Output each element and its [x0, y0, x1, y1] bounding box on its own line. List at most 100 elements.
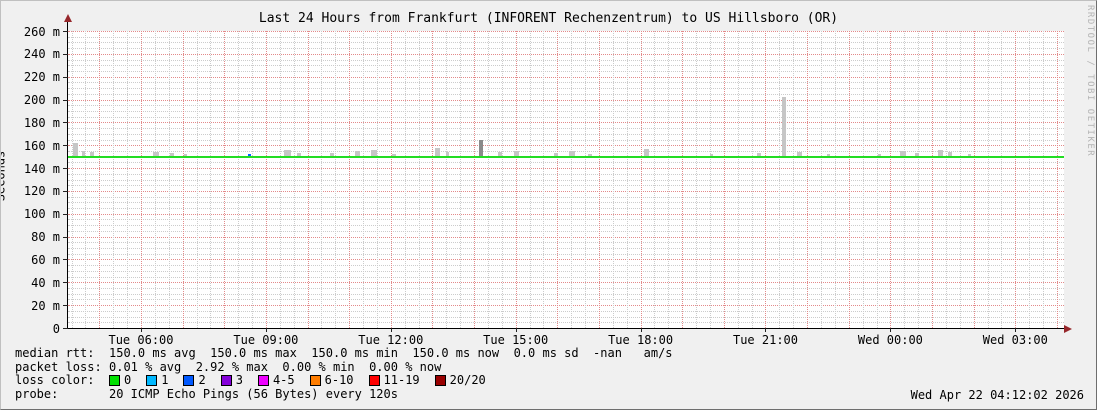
rrdtool-watermark: RRDTOOL / TOBI OETIKER: [1085, 5, 1095, 158]
gridline-v-minor: [418, 31, 420, 328]
gridline-h-minor: [68, 202, 1064, 204]
gridline-v-minor: [959, 31, 961, 328]
gridline-v-major: [973, 31, 975, 328]
gridline-v-major: [765, 31, 767, 328]
gridline-v-major: [141, 31, 142, 328]
x-axis-line: [67, 328, 1067, 329]
gridline-h-minor: [68, 299, 1064, 301]
gridline-v-minor: [529, 31, 531, 328]
gridline-v-minor: [238, 31, 240, 328]
loss-color-item: 3: [220, 373, 243, 388]
y-tick-label: 180 m: [23, 115, 60, 130]
gridline-h-minor: [68, 196, 1064, 198]
gridline-h-minor: [68, 179, 1064, 181]
x-tick-label: Tue 06:00: [108, 333, 174, 347]
loss-color-swatch: [434, 375, 446, 387]
gridline-v-minor: [404, 31, 406, 328]
y-tick-label: 140 m: [23, 161, 60, 176]
gridline-v-minor: [71, 31, 73, 328]
gridline-v-minor: [793, 31, 795, 328]
loss-color-item: 11-19: [368, 373, 420, 388]
x-tick-label: Tue 12:00: [358, 333, 424, 347]
gridline-h-minor: [68, 270, 1064, 272]
x-axis-arrow-icon: [1064, 324, 1072, 333]
x-tick-label: Tue 18:00: [608, 333, 674, 347]
gridline-h-minor: [68, 59, 1064, 61]
x-tick-mark: [890, 328, 892, 332]
x-tick-mark: [640, 328, 642, 332]
gridline-v-major: [723, 31, 725, 328]
median-rtt-values: 150.0 ms avg 150.0 ms max 150.0 ms min 1…: [109, 346, 673, 360]
gridline-v-minor: [571, 31, 573, 328]
gridline-h-minor: [68, 36, 1064, 38]
gridline-h-major: [68, 53, 1064, 55]
x-tick-label: Wed 00:00: [857, 333, 923, 347]
gridline-h-minor: [68, 208, 1064, 210]
generation-timestamp: Wed Apr 22 04:12:02 2026: [910, 387, 1084, 402]
probe-label: probe:: [15, 386, 59, 401]
gridline-h-major: [68, 31, 1064, 32]
gridline-h-minor: [68, 139, 1064, 141]
gridline-v-major: [557, 31, 559, 328]
gridline-h-minor: [68, 185, 1064, 187]
gridline-v-minor: [321, 31, 323, 328]
gridline-v-major: [1015, 31, 1017, 328]
x-tick-label: Wed 03:00: [982, 333, 1048, 347]
gridline-v-minor: [210, 31, 212, 328]
gridline-h-minor: [68, 276, 1064, 278]
y-tick-mark: [63, 145, 68, 147]
gridline-h-major: [68, 76, 1064, 78]
gridline-v-major: [515, 31, 517, 328]
x-tick-mark: [1015, 328, 1017, 332]
gridline-h-minor: [68, 48, 1064, 50]
gridline-v-major: [932, 31, 934, 328]
loss-color-value: 2: [198, 373, 206, 387]
gridline-v-minor: [363, 31, 365, 328]
y-tick-label: 220 m: [23, 70, 60, 85]
gridline-h-major: [68, 122, 1064, 124]
y-tick-label: 0: [52, 321, 60, 336]
gridline-v-minor: [737, 31, 739, 328]
smoke-spike: [73, 142, 79, 157]
gridline-v-minor: [196, 31, 198, 328]
gridline-v-major: [640, 31, 642, 328]
gridline-v-minor: [460, 31, 462, 328]
y-tick-label: 60 m: [31, 252, 60, 267]
x-tick-mark: [265, 328, 267, 332]
gridline-h-minor: [68, 316, 1064, 318]
gridline-v-major: [598, 31, 600, 328]
packet-loss-label: packet loss:: [15, 359, 102, 374]
graph-legend: median rtt: 150.0 ms avg 150.0 ms max 150…: [15, 346, 673, 402]
gridline-v-major: [99, 31, 101, 328]
loss-color-value: 20/20: [449, 373, 486, 387]
y-tick-mark: [63, 76, 68, 78]
gridline-h-minor: [68, 310, 1064, 312]
gridline-h-minor: [68, 293, 1064, 295]
gridline-v-major: [848, 31, 850, 328]
gridline-h-minor: [68, 128, 1064, 130]
gridline-v-minor: [751, 31, 753, 328]
y-tick-label: 80 m: [31, 230, 60, 245]
y-tick-mark: [63, 305, 68, 307]
median-rtt-row: median rtt: 150.0 ms avg 150.0 ms max 150…: [15, 346, 673, 361]
gridline-v-major: [1056, 31, 1058, 328]
y-tick-mark: [63, 99, 68, 101]
y-tick-mark: [63, 236, 68, 238]
loss-color-swatch: [368, 375, 380, 387]
gridline-v-minor: [252, 31, 254, 328]
gridline-v-minor: [154, 31, 156, 328]
gridline-v-minor: [168, 31, 170, 328]
gridline-v-minor: [293, 31, 295, 328]
gridline-h-minor: [68, 70, 1064, 72]
y-tick-label: 40 m: [31, 275, 60, 290]
gridline-v-minor: [487, 31, 489, 328]
y-tick-label: 200 m: [23, 93, 60, 108]
gridline-h-minor: [68, 42, 1064, 44]
gridline-h-major: [68, 213, 1064, 215]
probe-row: probe: 20 ICMP Echo Pings (56 Bytes) ever…: [15, 386, 673, 402]
y-axis-arrow-icon: [64, 14, 72, 22]
y-tick-mark: [63, 53, 68, 55]
gridline-h-minor: [68, 82, 1064, 84]
x-tick-mark: [515, 328, 517, 332]
gridline-v-major: [890, 31, 892, 328]
